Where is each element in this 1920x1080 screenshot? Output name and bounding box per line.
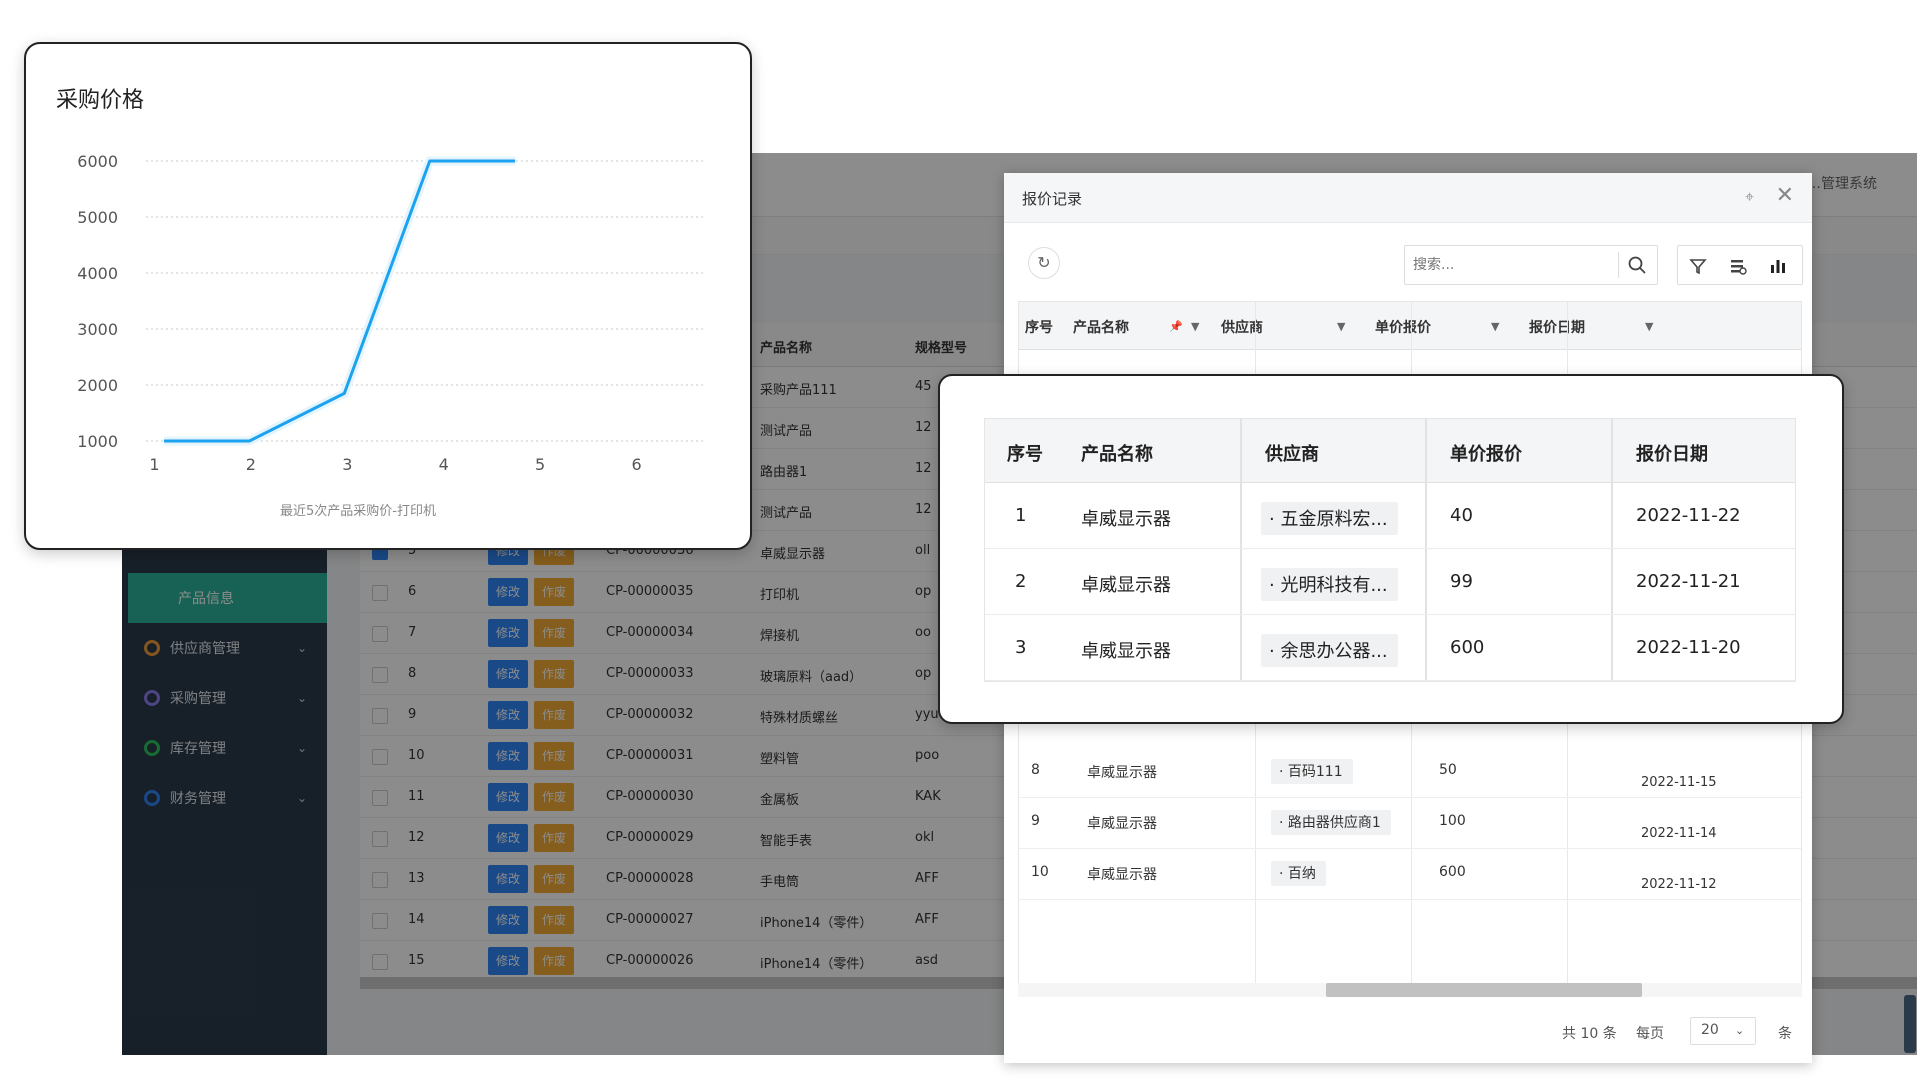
table-header: 序号 产品名称 📌 ▼ 供应商 ▼ 单价报价 ▼ 报价日期 ▼ [1019, 302, 1801, 350]
x-tick-label: 1 [149, 455, 159, 474]
maximize-icon[interactable]: ⌖ [1745, 187, 1754, 207]
columns-settings-icon[interactable] [1728, 256, 1748, 276]
col-product: 产品名称 [1081, 444, 1153, 465]
table-header: 序号 产品名称 供应商 单价报价 报价日期 [985, 419, 1795, 483]
page-size-select[interactable]: 20 ⌄ [1690, 1017, 1756, 1045]
unit-label: 条 [1778, 1026, 1792, 1042]
cell-date: 2022-11-21 [1636, 571, 1741, 592]
y-tick-label: 5000 [77, 208, 118, 227]
side-handle[interactable] [1904, 995, 1916, 1053]
cell-price: 600 [1439, 864, 1466, 880]
pagination: 共 10 条 每页 20 ⌄ 条 [1562, 1017, 1802, 1047]
y-tick-label: 1000 [77, 432, 118, 451]
cell-price: 99 [1450, 571, 1473, 592]
series-line-halo [163, 156, 516, 446]
cell-date: 2022-11-22 [1636, 505, 1741, 526]
purchase-price-chart-card: 采购价格 1000 2000 3000 4000 5000 6000 1 2 3 4 5 6 最近5次… [24, 42, 752, 550]
y-tick-label: 4000 [77, 264, 118, 283]
chevron-down-icon[interactable]: ▼ [1491, 320, 1499, 333]
table-row[interactable]: 10 卓威显示器 · 百纳 600 2022-11-12 [1019, 849, 1801, 900]
chevron-down-icon[interactable]: ▼ [1337, 320, 1345, 333]
table-toolbar [1677, 245, 1803, 285]
table-row[interactable]: 9 卓威显示器 · 路由器供应商1 100 2022-11-14 [1019, 798, 1801, 849]
y-tick-label: 6000 [77, 152, 118, 171]
cell-seq: 9 [1031, 813, 1040, 829]
cell-price: 40 [1450, 505, 1473, 526]
cell-product: 卓威显示器 [1087, 765, 1157, 781]
divider [1618, 252, 1619, 278]
table-scrollbar[interactable] [1018, 983, 1802, 997]
cell-seq: 10 [1031, 864, 1049, 880]
table-row[interactable]: 2 卓威显示器 · 光明科技有... 99 2022-11-21 [985, 549, 1795, 615]
cell-date: 2022-11-15 [1641, 775, 1717, 790]
col-supplier: 供应商 [1265, 444, 1319, 465]
dialog-header: 报价记录 ⌖ ✕ [1004, 173, 1812, 223]
col-supplier: 供应商 [1221, 320, 1263, 336]
zoomed-table-body: 序号 产品名称 供应商 单价报价 报价日期 1 卓威显示器 · 五金原料宏...… [984, 418, 1796, 682]
table-row[interactable]: 1 卓威显示器 · 五金原料宏... 40 2022-11-22 [985, 483, 1795, 549]
pin-icon[interactable]: 📌 [1169, 320, 1183, 333]
col-seq: 序号 [1025, 320, 1053, 336]
purchase-price-chart: 1000 2000 3000 4000 5000 6000 1 2 3 4 5 6 [77, 152, 706, 474]
cell-seq: 2 [1015, 571, 1027, 592]
y-tick-label: 2000 [77, 376, 118, 395]
total-count: 共 10 条 [1562, 1026, 1617, 1042]
x-tick-label: 5 [535, 455, 545, 474]
cell-price: 100 [1439, 813, 1466, 829]
table-row[interactable]: 3 卓威显示器 · 余思办公器... 600 2022-11-20 [985, 615, 1795, 681]
chevron-down-icon[interactable]: ▼ [1191, 320, 1199, 333]
cell-product: 卓威显示器 [1081, 641, 1171, 662]
chevron-down-icon: ⌄ [1735, 1024, 1745, 1037]
cell-supplier: · 百码111 [1271, 759, 1353, 784]
cell-seq: 1 [1015, 505, 1027, 526]
col-date: 报价日期 [1636, 444, 1708, 465]
scrollbar-thumb[interactable] [1326, 983, 1642, 997]
x-tick-label: 2 [246, 455, 256, 474]
cell-price: 50 [1439, 762, 1457, 778]
x-tick-label: 6 [631, 455, 641, 474]
cell-date: 2022-11-20 [1636, 637, 1741, 658]
page-size-value: 20 [1701, 1022, 1719, 1038]
cell-date: 2022-11-14 [1641, 826, 1717, 841]
chevron-down-icon[interactable]: ▼ [1645, 320, 1653, 333]
y-tick-label: 3000 [77, 320, 118, 339]
cell-seq: 3 [1015, 637, 1027, 658]
cell-product: 卓威显示器 [1081, 509, 1171, 530]
close-icon[interactable]: ✕ [1776, 183, 1794, 208]
per-page-label: 每页 [1636, 1026, 1664, 1042]
dialog-title: 报价记录 [1022, 190, 1083, 208]
zoomed-quote-table: 序号 产品名称 供应商 单价报价 报价日期 1 卓威显示器 · 五金原料宏...… [938, 374, 1844, 724]
cell-date: 2022-11-12 [1641, 877, 1717, 892]
cell-price: 600 [1450, 637, 1485, 658]
col-price: 单价报价 [1450, 444, 1522, 465]
search-icon[interactable] [1627, 255, 1647, 275]
cell-product: 卓威显示器 [1087, 816, 1157, 832]
col-price: 单价报价 [1375, 320, 1431, 336]
chart-icon[interactable] [1768, 256, 1788, 276]
table-row[interactable]: 8 卓威显示器 · 百码111 50 2022-11-15 [1019, 747, 1801, 798]
chart-x-label: 最近5次产品采购价-打印机 [280, 504, 436, 519]
cell-supplier: · 余思办公器... [1261, 634, 1398, 667]
cell-supplier: · 百纳 [1271, 861, 1326, 886]
x-tick-label: 3 [342, 455, 352, 474]
cell-supplier: · 路由器供应商1 [1271, 810, 1391, 835]
col-date: 报价日期 [1529, 320, 1585, 336]
cell-product: 卓威显示器 [1081, 575, 1171, 596]
cell-seq: 8 [1031, 762, 1040, 778]
col-product: 产品名称 [1073, 320, 1129, 336]
search-input[interactable] [1413, 254, 1609, 276]
x-tick-label: 4 [439, 455, 449, 474]
filter-icon[interactable] [1688, 256, 1708, 276]
refresh-button[interactable]: ↻ [1028, 247, 1060, 279]
search-box [1404, 245, 1658, 285]
col-seq: 序号 [1007, 444, 1043, 465]
cell-supplier: · 五金原料宏... [1261, 502, 1398, 535]
cell-product: 卓威显示器 [1087, 867, 1157, 883]
cell-supplier: · 光明科技有... [1261, 568, 1398, 601]
